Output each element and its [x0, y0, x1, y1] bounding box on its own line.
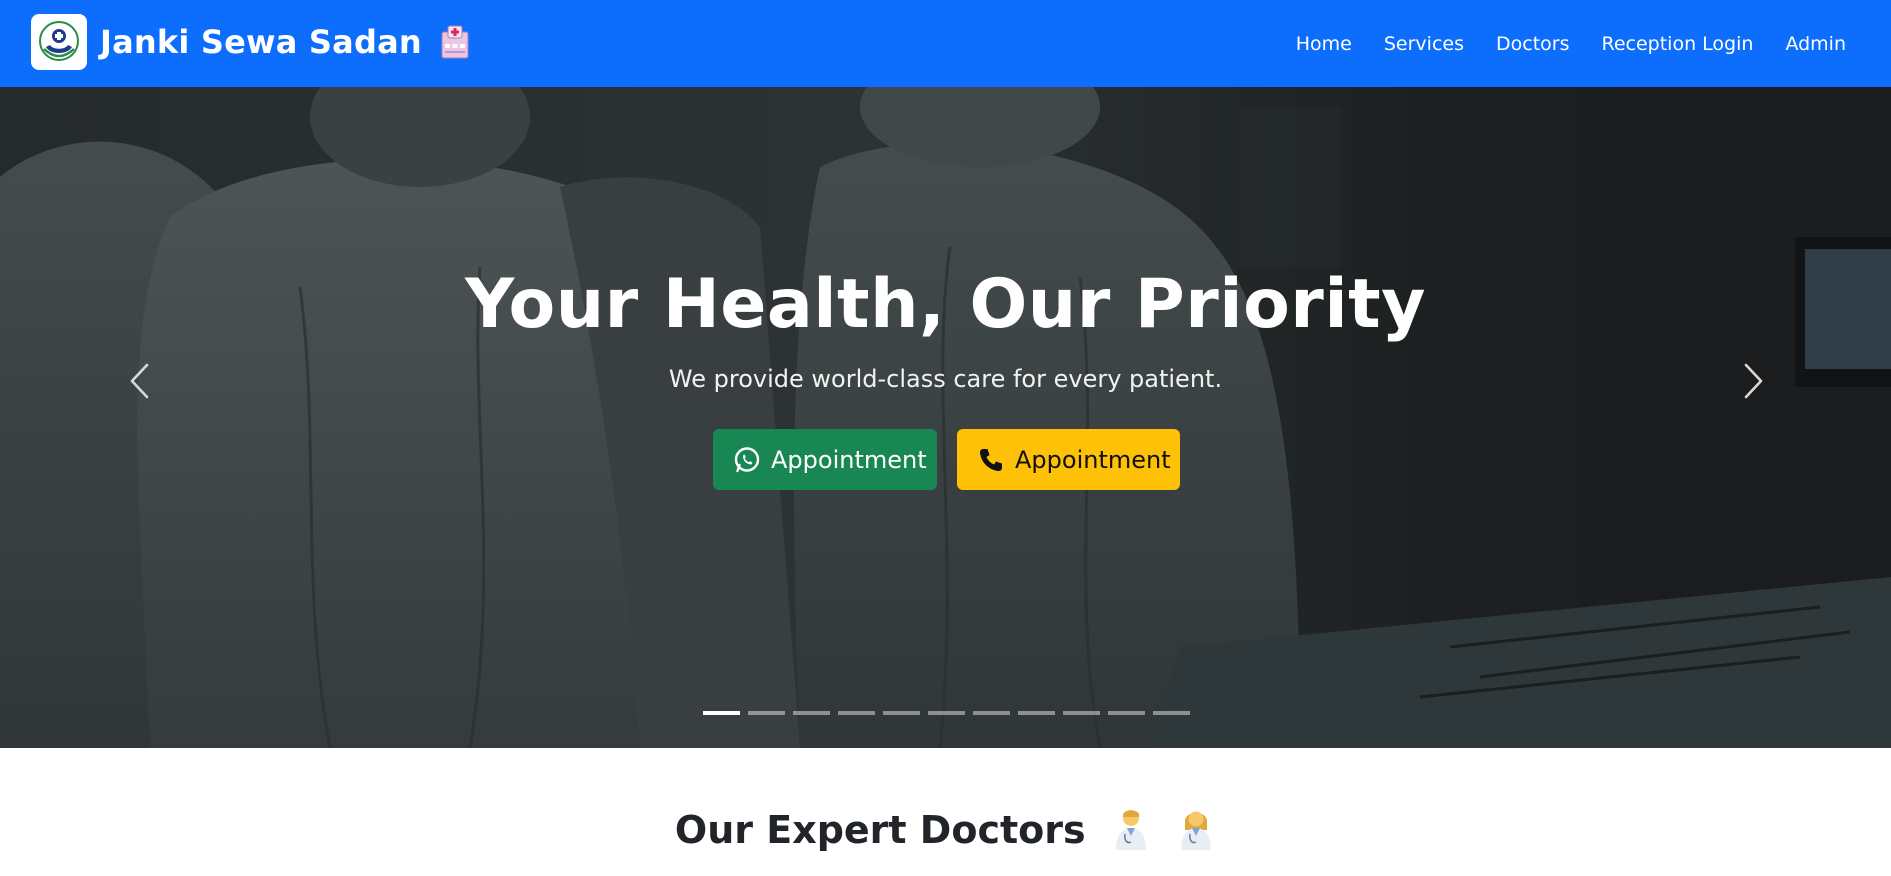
male-doctor-icon	[1111, 806, 1151, 859]
chevron-right-icon	[1744, 363, 1763, 399]
carousel-indicator-9[interactable]	[1063, 711, 1100, 715]
doctors-section-heading: Our Expert Doctors	[0, 806, 1891, 859]
doctors-heading-text: Our Expert Doctors	[674, 808, 1086, 852]
nav-link-home[interactable]: Home	[1296, 33, 1352, 55]
carousel-indicator-1[interactable]	[703, 711, 740, 715]
carousel-prev-button[interactable]	[117, 351, 161, 411]
carousel-indicator-8[interactable]	[1018, 711, 1055, 715]
carousel-indicator-5[interactable]	[883, 711, 920, 715]
carousel-indicator-4[interactable]	[838, 711, 875, 715]
nav-links: Home Services Doctors Reception Login Ad…	[1264, 0, 1846, 87]
carousel-indicator-6[interactable]	[928, 711, 965, 715]
carousel-caption: Your Health, Our Priority We provide wor…	[0, 87, 1891, 748]
hospital-building-icon	[440, 24, 470, 60]
navbar: Janki Sewa Sadan Home Services Doctors R…	[0, 0, 1891, 87]
hero-carousel: Your Health, Our Priority We provide wor…	[0, 87, 1891, 748]
call-appointment-label: Appointment	[1015, 445, 1171, 474]
carousel-indicator-11[interactable]	[1153, 711, 1190, 715]
carousel-indicators	[703, 711, 1190, 715]
carousel-indicator-3[interactable]	[793, 711, 830, 715]
carousel-indicator-2[interactable]	[748, 711, 785, 715]
brand[interactable]: Janki Sewa Sadan	[31, 14, 470, 70]
carousel-next-button[interactable]	[1732, 351, 1776, 411]
hero-subtitle: We provide world-class care for every pa…	[668, 365, 1223, 393]
hospital-logo-icon	[31, 14, 87, 70]
whatsapp-icon	[733, 446, 761, 474]
nav-link-services[interactable]: Services	[1384, 33, 1464, 55]
whatsapp-appointment-button[interactable]: Appointment	[713, 429, 937, 490]
nav-link-doctors[interactable]: Doctors	[1496, 33, 1570, 55]
hero-buttons: Appointment Appointment	[713, 429, 1180, 490]
carousel-indicator-10[interactable]	[1108, 711, 1145, 715]
hero-title: Your Health, Our Priority	[465, 265, 1426, 344]
carousel-indicator-7[interactable]	[973, 711, 1010, 715]
call-appointment-button[interactable]: Appointment	[957, 429, 1180, 490]
brand-title: Janki Sewa Sadan	[100, 23, 422, 61]
chevron-left-icon	[130, 363, 149, 399]
female-doctor-icon	[1176, 806, 1216, 859]
phone-icon	[977, 446, 1005, 474]
whatsapp-appointment-label: Appointment	[771, 445, 927, 474]
nav-link-admin[interactable]: Admin	[1785, 33, 1846, 55]
nav-link-reception-login[interactable]: Reception Login	[1602, 33, 1754, 55]
